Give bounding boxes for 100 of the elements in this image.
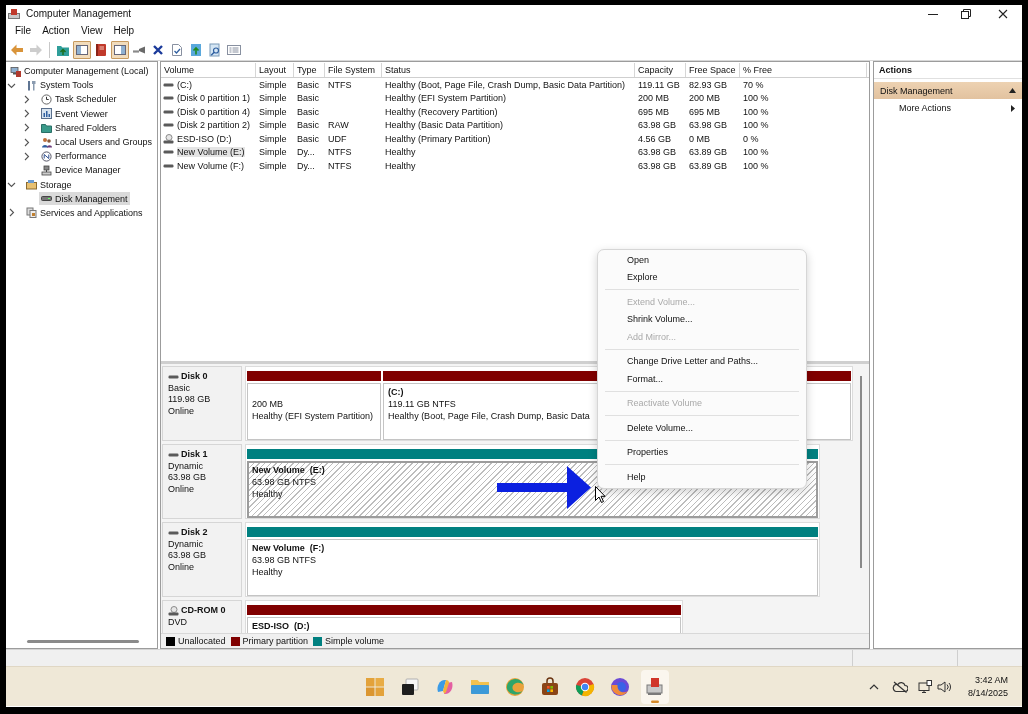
clock-time[interactable]: 3:42 AM xyxy=(974,674,1008,687)
chevron-right-icon[interactable] xyxy=(22,151,31,161)
restore-icon[interactable] xyxy=(961,8,971,19)
disk-info-panel[interactable]: Disk 0 Basic 119.98 GB Online xyxy=(162,366,242,441)
close-icon[interactable] xyxy=(998,8,1008,19)
column-header[interactable]: Volume xyxy=(161,63,256,77)
clock-date[interactable]: 8/14/2025 xyxy=(967,686,1008,699)
legend-label: Simple volume xyxy=(325,636,385,646)
menu-item[interactable]: Help xyxy=(113,25,134,36)
table-cell-text: 100 % xyxy=(742,160,770,171)
tree-item[interactable]: Storage xyxy=(24,178,74,192)
cloud-off-icon[interactable] xyxy=(891,680,908,693)
menu-item[interactable]: View xyxy=(80,25,103,36)
scrollbar-thumb[interactable] xyxy=(27,639,139,643)
partition-detail: Healthy xyxy=(252,567,283,577)
panel-icon[interactable] xyxy=(111,40,129,59)
column-header[interactable]: File System xyxy=(325,63,382,77)
partition-detail: 119.11 GB NTFS xyxy=(388,399,456,409)
table-cell-text: Simple xyxy=(258,133,288,144)
chevron-right-icon[interactable] xyxy=(22,94,31,104)
clock-icon xyxy=(41,93,52,105)
table-cell-text: 4.56 GB xyxy=(637,133,673,144)
chevron-down-icon[interactable] xyxy=(7,180,16,190)
table-cell-text: Healthy (Boot, Page File, Crash Dump, Basic Data Partition) xyxy=(384,79,627,90)
disk-detail: 63.98 GB xyxy=(168,472,207,483)
tree-item[interactable]: Device Manager xyxy=(39,163,123,177)
table-cell-text: 695 MB xyxy=(688,106,722,117)
menu-item[interactable]: Delete Volume... xyxy=(598,419,806,437)
column-header[interactable]: % Free xyxy=(740,63,867,77)
menu-item[interactable]: Shrink Volume... xyxy=(598,310,806,328)
partition-box[interactable]: New Volume (F:) 63.98 GB NTFS Healthy xyxy=(247,539,818,596)
drive-icon xyxy=(163,109,174,114)
pane-title: Actions xyxy=(879,65,912,75)
column-header[interactable]: Type xyxy=(294,63,325,77)
action-item[interactable]: More Actions xyxy=(874,99,1022,117)
tree-item[interactable]: Task Scheduler xyxy=(39,92,119,106)
tree-item[interactable]: System Tools xyxy=(24,78,96,92)
menu-item[interactable]: Change Drive Letter and Paths... xyxy=(598,352,806,370)
tree-item[interactable]: Performance xyxy=(39,149,109,163)
drive-icon xyxy=(168,374,179,379)
globe-icon[interactable] xyxy=(610,676,630,697)
partition-detail: 63.98 GB NTFS xyxy=(252,555,317,565)
table-cell: (Disk 0 partition 4) xyxy=(177,106,251,117)
printer-icon[interactable] xyxy=(641,669,669,704)
table-cell-text: Basic xyxy=(296,133,320,144)
ring-icon[interactable] xyxy=(575,676,595,697)
partition-box[interactable]: 200 MB Healthy (EFI System Partition) xyxy=(247,383,382,440)
column-header[interactable]: Status xyxy=(382,63,635,77)
menu-item[interactable]: Explore xyxy=(598,268,806,286)
scrollbar-thumb[interactable] xyxy=(860,376,862,568)
partition-detail: Healthy (EFI System Partition) xyxy=(252,411,374,421)
tree-item[interactable]: Disk Management xyxy=(39,192,130,206)
partition-box[interactable]: ESD-ISO (D:) xyxy=(247,617,681,633)
swirl-circle-icon[interactable] xyxy=(505,676,525,697)
bag-icon[interactable] xyxy=(540,676,560,697)
table-cell-text: 63.98 GB xyxy=(637,120,678,131)
menu-item[interactable]: Open xyxy=(598,251,806,269)
menu-item[interactable]: Action xyxy=(42,25,70,36)
tree-item[interactable]: Computer Management (Local) xyxy=(8,64,151,78)
tree-item[interactable]: Services and Applications xyxy=(24,206,145,220)
triangle-up-icon[interactable] xyxy=(1009,88,1016,93)
disk-info-panel[interactable]: Disk 1 Dynamic 63.98 GB Online xyxy=(162,444,242,519)
section-header[interactable]: Disk Management xyxy=(874,82,1022,99)
column-header[interactable]: Layout xyxy=(256,63,294,77)
column-header[interactable]: Free Space xyxy=(686,63,740,77)
disk-name: Disk 2 xyxy=(181,527,208,539)
menu-item[interactable]: Format... xyxy=(598,370,806,388)
table-cell: (C:) xyxy=(177,79,192,90)
table-cell-text: Simple xyxy=(258,79,288,90)
overlapping-squares-icon[interactable] xyxy=(400,676,420,697)
folder-icon xyxy=(41,122,52,134)
tree-item[interactable]: Event Viewer xyxy=(39,107,110,121)
menu-item[interactable]: Properties xyxy=(598,443,806,461)
table-cell-text: Healthy (Basic Data Partition) xyxy=(384,120,505,131)
cursor-icon xyxy=(595,486,606,503)
chevron-up-icon[interactable] xyxy=(868,683,879,690)
tree-item[interactable]: Shared Folders xyxy=(39,121,119,135)
disk-detail: Dynamic xyxy=(168,460,203,471)
partition-detail: 200 MB xyxy=(252,399,284,409)
menu-item[interactable]: Help xyxy=(598,468,806,486)
disk-detail: Online xyxy=(168,406,194,417)
disk-detail: 63.98 GB xyxy=(168,550,207,561)
chevron-right-icon[interactable] xyxy=(7,208,16,218)
triangle-right-icon[interactable] xyxy=(1011,104,1015,112)
partition-title: New Volume (F:) xyxy=(252,543,325,553)
chevron-right-icon[interactable] xyxy=(22,137,31,147)
panel-icon[interactable] xyxy=(73,40,91,59)
table-cell-text: NTFS xyxy=(327,79,353,90)
chevron-right-icon[interactable] xyxy=(22,123,31,133)
monitor-icon[interactable] xyxy=(917,679,932,694)
column-header[interactable]: Capacity xyxy=(635,63,686,77)
table-cell-text: Dy... xyxy=(296,147,316,158)
chevron-right-icon[interactable] xyxy=(22,109,31,119)
disk-info-panel[interactable]: Disk 2 Dynamic 63.98 GB Online xyxy=(162,522,242,597)
tree-item[interactable]: Local Users and Groups xyxy=(39,135,155,149)
disk-detail: DVD xyxy=(168,616,187,627)
disk-info-panel[interactable]: CD-ROM 0 DVD xyxy=(162,600,242,633)
table-cell-text: RAW xyxy=(327,120,350,131)
menu-item[interactable]: File xyxy=(15,25,32,36)
speaker-icon[interactable] xyxy=(936,680,953,693)
